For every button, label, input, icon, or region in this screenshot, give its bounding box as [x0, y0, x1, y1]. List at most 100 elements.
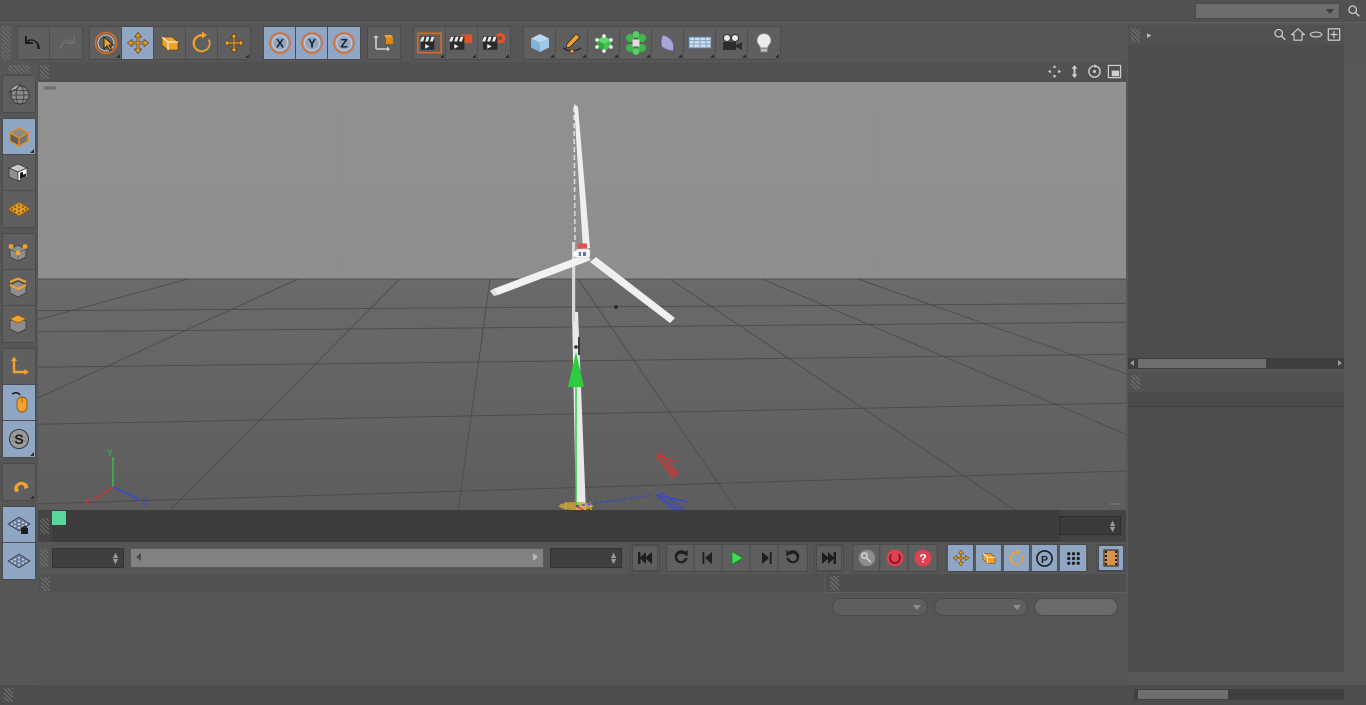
search-icon[interactable]	[1347, 4, 1361, 18]
object-manager-grip[interactable]	[1131, 28, 1140, 42]
model-mode-button[interactable]	[3, 119, 35, 155]
workplane-mode-button[interactable]	[3, 191, 35, 227]
add-spline-button[interactable]	[556, 26, 588, 59]
points-mode-button[interactable]	[3, 234, 35, 270]
tool-options-corner[interactable]	[440, 53, 444, 58]
tool-options-corner[interactable]	[775, 53, 779, 58]
viewport-canvas[interactable]: Y Z X	[38, 82, 1126, 510]
key-position-button[interactable]	[948, 545, 975, 571]
select-tool[interactable]	[90, 26, 122, 59]
render-settings-button[interactable]	[478, 26, 510, 59]
animbar-grip[interactable]	[40, 549, 49, 567]
tool-options-corner[interactable]	[116, 53, 120, 58]
status-bar-scrollbar[interactable]	[1134, 689, 1344, 700]
polygons-mode-button[interactable]	[3, 306, 35, 342]
apply-button[interactable]	[1034, 598, 1118, 616]
stepper-icon[interactable]: ▲ ▼	[1108, 519, 1117, 534]
tool-options-corner[interactable]	[505, 53, 509, 58]
next-keyframe-button[interactable]	[780, 545, 807, 571]
tool-options-corner[interactable]	[582, 53, 586, 58]
enable-axis-modification-button[interactable]	[3, 349, 35, 385]
add-deformer-button[interactable]	[652, 26, 684, 59]
lock-z-axis[interactable]: Z	[328, 26, 360, 59]
tool-options-corner[interactable]	[30, 149, 34, 153]
magnet-tool-button[interactable]	[3, 464, 35, 500]
timeline-grip[interactable]	[40, 518, 49, 534]
layout-dropdown[interactable]	[1195, 3, 1340, 19]
undo-button[interactable]	[18, 26, 50, 59]
home-icon[interactable]	[1291, 27, 1305, 42]
rotate-tool[interactable]	[186, 26, 218, 59]
add-scene-button[interactable]	[684, 26, 716, 59]
add-generator-button[interactable]	[588, 26, 620, 59]
tool-options-corner[interactable]	[710, 53, 714, 58]
status-bar-grip[interactable]	[4, 688, 13, 702]
tool-options-corner[interactable]	[245, 53, 249, 58]
material-menu-grip[interactable]	[41, 576, 50, 591]
left-toolbar-grip[interactable]	[8, 65, 30, 73]
edges-mode-button[interactable]	[3, 270, 35, 306]
planar-workplane-button[interactable]	[3, 543, 35, 579]
frame-icon[interactable]	[1327, 27, 1341, 42]
pan-icon[interactable]	[1047, 64, 1062, 79]
range-right-arrow-icon[interactable]	[533, 553, 539, 561]
add-camera-button[interactable]	[716, 26, 748, 59]
tool-options-corner[interactable]	[678, 53, 682, 58]
search-icon[interactable]	[1273, 27, 1287, 42]
coordinate-mode-dropdown[interactable]	[934, 598, 1028, 616]
make-editable-globe-button[interactable]	[3, 76, 35, 112]
current-frame-field[interactable]: ▲ ▼	[52, 548, 124, 568]
lock-y-axis[interactable]: Y	[296, 26, 328, 59]
go-to-end-button[interactable]	[816, 545, 843, 571]
key-parameter-button[interactable]: P	[1032, 545, 1059, 571]
add-cube-button[interactable]	[524, 26, 556, 59]
dynamic-place-tool[interactable]	[218, 26, 250, 59]
scroll-left-arrow-icon[interactable]	[1130, 360, 1134, 366]
world-object-coords-toggle[interactable]	[368, 26, 400, 59]
chevron-right-icon[interactable]: ▸	[1147, 30, 1152, 41]
key-pla-button[interactable]	[1060, 545, 1087, 571]
tool-options-corner[interactable]	[614, 53, 618, 58]
lock-workplane-button[interactable]	[3, 507, 35, 543]
record-active-objects-button[interactable]	[882, 545, 909, 571]
play-button[interactable]	[724, 545, 751, 571]
move-tool[interactable]	[122, 26, 154, 59]
dolly-icon[interactable]	[1067, 64, 1082, 79]
enable-snapping-button[interactable]: S	[3, 421, 35, 457]
max-frame-field[interactable]: ▲ ▼	[550, 548, 623, 568]
step-back-button[interactable]	[696, 545, 723, 571]
timeline-track[interactable]	[52, 510, 1060, 542]
key-rotation-button[interactable]	[1004, 545, 1031, 571]
texture-mode-button[interactable]	[3, 155, 35, 191]
key-scale-button[interactable]	[976, 545, 1003, 571]
tool-options-corner[interactable]	[30, 452, 34, 456]
redo-button[interactable]	[50, 26, 82, 59]
coordinate-system-dropdown[interactable]	[832, 598, 928, 616]
hscroll-thumb[interactable]	[1138, 359, 1266, 368]
go-to-start-button[interactable]	[632, 545, 659, 571]
scale-tool[interactable]	[154, 26, 186, 59]
auto-keyframing-button[interactable]: ?	[910, 545, 937, 571]
stepper-icon[interactable]: ▲ ▼	[111, 551, 120, 566]
render-view-button[interactable]	[414, 26, 446, 59]
rotate-icon[interactable]	[1087, 64, 1102, 79]
timeline-playhead[interactable]	[52, 511, 66, 525]
viewport-solo-button[interactable]	[3, 385, 35, 421]
tool-options-corner[interactable]	[742, 53, 746, 58]
scroll-right-arrow-icon[interactable]	[1338, 360, 1342, 366]
lock-x-axis[interactable]: X	[264, 26, 296, 59]
timeline-frame-field[interactable]: ▲ ▼	[1059, 516, 1121, 535]
layer-manager-body[interactable]	[1128, 392, 1344, 672]
stepper-icon[interactable]: ▲ ▼	[609, 551, 618, 566]
viewport-menu-grip[interactable]	[40, 65, 49, 79]
render-to-picture-viewer-button[interactable]	[446, 26, 478, 59]
step-forward-button[interactable]	[752, 545, 779, 571]
status-scroll-thumb[interactable]	[1138, 690, 1228, 699]
tool-options-corner[interactable]	[30, 495, 34, 499]
preview-range-scrubber[interactable]	[129, 548, 545, 568]
object-manager-hscroll[interactable]	[1128, 358, 1344, 369]
layer-manager-grip[interactable]	[1131, 375, 1140, 389]
tool-options-corner[interactable]	[472, 53, 476, 58]
coordinates-grip[interactable]	[830, 576, 839, 590]
add-light-button[interactable]	[748, 26, 780, 59]
